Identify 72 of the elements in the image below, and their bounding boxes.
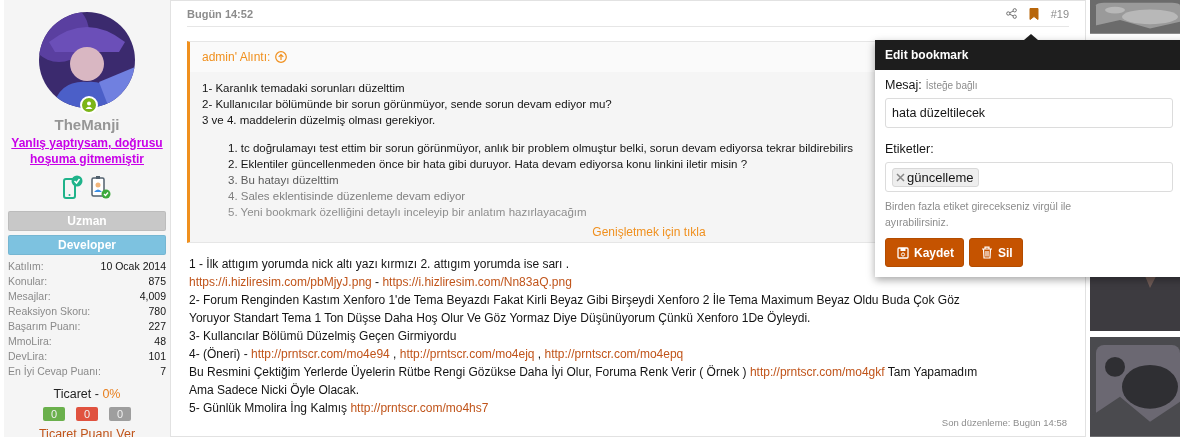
post-text: Bu Resmini Çektiğim Yerlerde Üyelerin Rütbe Rengi Gözükse Daha İyi Olur, Foruma Renk Verir ( Örnek ): [189, 365, 748, 379]
verified-id-card-icon: [91, 175, 111, 199]
popup-title: Edit bookmark: [875, 40, 1180, 70]
link[interactable]: http://prntscr.com/mo4hs7: [350, 401, 489, 415]
post-text: 5- Günlük Mmolira İng Kalmış: [189, 401, 349, 415]
save-icon: [897, 246, 909, 259]
last-edited-note: Son düzenleme: Bugün 14:58: [941, 417, 1067, 428]
tag-chip[interactable]: güncelleme: [892, 167, 979, 187]
optional-hint: İsteğe bağlı: [925, 80, 978, 91]
post-text: 1 - İlk attıgım yorumda nick altı yazı kırmızı 2. attıgım yorumda ise sarı .: [189, 257, 570, 271]
stat-label: Konular:: [8, 274, 48, 289]
stat-value: 227: [148, 319, 166, 334]
save-button[interactable]: Kaydet: [885, 238, 964, 267]
username[interactable]: TheManji: [54, 116, 120, 133]
user-title-link[interactable]: Yanlış yaptıysam, doğrusu hoşuma gitmemiştir: [8, 135, 166, 167]
stat-value: 780: [148, 304, 166, 319]
quote-list-item: 2. Eklentiler güncellenmeden önce bir hata gibi duruyor. Hata devam ediyorsa konu linkini iletir misin ?: [228, 157, 748, 172]
post-date: Bugün 14:52: [187, 7, 254, 20]
stat-label: Katılım:: [8, 259, 44, 274]
share-icon[interactable]: [1005, 8, 1017, 19]
quote-text: 2- Kullanıcılar bölümünde bir sorun görünmüyor, sende sorun devam ediyor mu?: [202, 97, 612, 112]
trade-percent: 0%: [102, 387, 121, 401]
tags-input[interactable]: güncelleme: [885, 162, 1173, 192]
quote-list-item: 4. Sales eklentisinde düzenleme devam ediyor: [228, 189, 466, 204]
stat-value: 7: [160, 364, 166, 379]
post-text: 3- Kullancılar Bölümü Düzelmiş Geçen Girmiyordu: [189, 329, 457, 343]
link[interactable]: https://i.hizliresim.com/Nn83aQ.png: [382, 275, 572, 289]
trade-count: 0: [109, 407, 131, 421]
quote-list-item: 5. Yeni bookmark özelliğini detaylı inceleyip bir anlatım hazırlayacağım: [228, 205, 587, 220]
post-text: -: [374, 275, 381, 289]
post-text: Yoruyor Standart Tema 1 Ton Düşse Daha Hoş Olur Ve Göz Yormaz Diye Düşünüyorum Çünkü Xenforo 1De Öyleydi.: [189, 311, 811, 325]
post-text: ,: [392, 347, 398, 361]
stat-value: 48: [154, 334, 166, 349]
post-text: 2- Forum Renginden Kastım Xenforo 1'de Tema Beyazdı Fakat Kirli Beyaz Gibi Birşeydi Xenforo 2 İle Tema Maximum Beyaz Oldu Buda Çok Göz: [189, 293, 960, 307]
message-input[interactable]: hata düzeltilecek: [885, 98, 1173, 128]
quote-text: 1- Karanlık temadaki sorunları düzelttim: [202, 81, 405, 96]
stat-value: 101: [148, 349, 166, 364]
field-label: Etiketler:: [885, 142, 934, 156]
remove-icon[interactable]: [896, 172, 905, 182]
bookmark-icon[interactable]: [1028, 7, 1039, 20]
user-banner: Developer: [8, 235, 166, 255]
trade-count: 0: [76, 407, 98, 421]
stat-label: En İyi Cevap Puanı:: [8, 364, 101, 379]
post-text: Tam Yapamadım: [886, 365, 978, 379]
stat-value: 10 Ocak 2014: [100, 259, 166, 274]
field-label: Mesaj:: [885, 78, 922, 92]
stat-label: DevLira:: [8, 349, 48, 364]
link[interactable]: https://i.hizliresim.com/pbMjyJ.png: [189, 275, 372, 289]
post-text: Ama Sadece Nicki Öyle Olacak.: [189, 383, 360, 397]
stat-label: MmoLira:: [8, 334, 52, 349]
post-number[interactable]: #19: [1050, 7, 1069, 20]
link[interactable]: http://prntscr.com/mo4e94: [251, 347, 390, 361]
stat-label: Reaksiyon Skoru:: [8, 304, 91, 319]
post-text: ,: [536, 347, 543, 361]
stat-label: Başarım Puanı:: [8, 319, 81, 334]
delete-button[interactable]: Sil: [969, 238, 1023, 267]
link[interactable]: http://prntscr.com/mo4gkf: [749, 365, 885, 379]
quote-list-item: 1. tc doğrulamayı test ettim bir sorun görünmüyor, anlık bir problem olmuştur belki, sorun devam ediyorsa tekrar bildirebilirs: [228, 141, 854, 156]
help-text: Birden fazla etiket girecekseniz virgül ile ayırabilirsiniz.: [885, 199, 1073, 230]
trade-count: 0: [43, 407, 65, 421]
stat-label: Mesajlar:: [8, 289, 51, 304]
link[interactable]: http://prntscr.com/mo4epq: [544, 347, 684, 361]
quote-text: 3 ve 4. maddelerin düzelmiş olması gerekiyor.: [202, 113, 436, 128]
link[interactable]: http://prntscr.com/mo4ejq: [399, 347, 535, 361]
quote-list-item: 3. Bu hatayı düzelttim: [228, 173, 339, 188]
stat-value: 875: [148, 274, 166, 289]
stat-value: 4,009: [139, 289, 166, 304]
trash-icon: [981, 246, 993, 259]
trade-label: Ticaret -: [53, 387, 100, 401]
verified-phone-icon: [63, 175, 83, 199]
post-text: 4- (Öneri) -: [189, 347, 249, 361]
go-to-quote-icon[interactable]: [275, 51, 288, 63]
